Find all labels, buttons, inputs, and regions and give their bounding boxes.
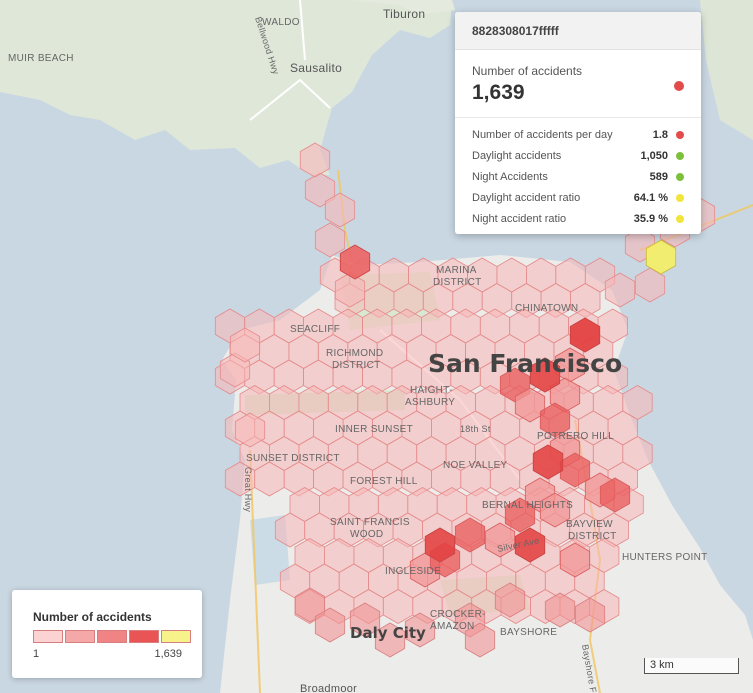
tooltip-row-value: 589 <box>649 170 668 183</box>
tooltip-row-label: Daylight accident ratio <box>472 191 581 204</box>
tooltip-row: Daylight accident ratio 64.1 % <box>472 187 684 208</box>
scale-bar: 3 km <box>644 658 739 674</box>
label-chinatown: CHINATOWN <box>515 303 578 314</box>
legend-swatch <box>65 630 95 643</box>
legend-panel: Number of accidents 1 1,639 <box>12 590 202 678</box>
label-marina-district: DISTRICT <box>433 277 482 288</box>
legend-swatch <box>33 630 63 643</box>
label-sunset-district: SUNSET DISTRICT <box>246 453 340 464</box>
label-crocker: CROCKER- <box>430 609 486 620</box>
label-saint-francis: SAINT FRANCIS <box>330 517 410 528</box>
label-wood: WOOD <box>350 529 383 540</box>
tooltip-row-dot <box>676 130 684 139</box>
label-marina: MARINA <box>436 265 477 276</box>
label-richmond: RICHMOND <box>326 348 383 359</box>
tooltip-cell-id: 8828308017fffff <box>455 12 701 50</box>
legend-min: 1 <box>33 648 40 660</box>
label-bayshore: BAYSHORE <box>500 627 557 638</box>
label-forest-hill: FOREST HILL <box>350 476 418 487</box>
label-seacliff: SEACLIFF <box>290 324 340 335</box>
legend-swatch <box>161 630 191 643</box>
tooltip-row-value: 1.8 <box>652 128 668 141</box>
tooltip-row-value: 1,050 <box>640 149 668 162</box>
label-tiburon: Tiburon <box>383 7 425 21</box>
label-sausalito: Sausalito <box>290 61 342 75</box>
label-ingleside: INGLESIDE <box>385 566 441 577</box>
tooltip-row-label: Night Accidents <box>472 170 548 183</box>
tooltip-main-dot <box>674 81 684 91</box>
label-hunters-point: HUNTERS POINT <box>622 552 708 563</box>
label-ashbury: ASHBURY <box>405 397 455 408</box>
tooltip-row: Night accident ratio 35.9 % <box>472 208 684 229</box>
label-san-francisco: San Francisco <box>428 349 622 378</box>
tooltip-row-label: Night accident ratio <box>472 212 567 225</box>
label-great-hwy: Great Hwy <box>243 467 253 512</box>
label-broadmoor: Broadmoor <box>300 683 357 693</box>
label-daly-city: Daly City <box>350 624 426 642</box>
tooltip-row-label: Daylight accidents <box>472 149 562 162</box>
tooltip-main: Number of accidents 1,639 <box>455 50 701 118</box>
label-muir-beach: MUIR BEACH <box>8 53 74 64</box>
tooltip-row: Daylight accidents 1,050 <box>472 145 684 166</box>
tooltip-main-value: 1,639 <box>472 81 525 104</box>
tooltip-row-dot <box>676 172 684 181</box>
legend-title: Number of accidents <box>33 610 152 624</box>
tooltip-row-value: 64.1 % <box>633 191 668 204</box>
tooltip-row-dot <box>676 151 684 160</box>
label-noe-valley: NOE VALLEY <box>443 460 508 471</box>
tooltip-row-label: Number of accidents per day <box>472 128 613 141</box>
legend-swatch <box>97 630 127 643</box>
legend-color-scale <box>33 630 193 643</box>
tooltip-row: Night Accidents 589 <box>472 166 684 187</box>
tooltip-row-dot <box>676 193 684 202</box>
label-bernal-heights: BERNAL HEIGHTS <box>482 500 573 511</box>
tooltip-main-label: Number of accidents <box>472 64 583 78</box>
label-richmond-district: DISTRICT <box>332 360 381 371</box>
legend-max: 1,639 <box>154 648 182 660</box>
label-bayview-district: DISTRICT <box>568 531 617 542</box>
tooltip-row: Number of accidents per day 1.8 <box>472 124 684 145</box>
tooltip-rows: Number of accidents per day 1.8 Daylight… <box>455 118 701 229</box>
label-haight: HAIGHT- <box>410 385 453 396</box>
label-inner-sunset: INNER SUNSET <box>335 424 413 435</box>
label-potrero-hill: POTRERO HILL <box>537 431 614 442</box>
label-bayview: BAYVIEW <box>566 519 613 530</box>
tooltip-row-value: 35.9 % <box>633 212 668 225</box>
legend-swatch <box>129 630 159 643</box>
label-18th-st: 18th St <box>460 424 491 434</box>
hex-tooltip: 8828308017fffff Number of accidents 1,63… <box>455 12 701 234</box>
label-amazon: AMAZON <box>430 621 475 632</box>
tooltip-row-dot <box>676 214 684 223</box>
label-waldo: WALDO <box>262 17 300 28</box>
